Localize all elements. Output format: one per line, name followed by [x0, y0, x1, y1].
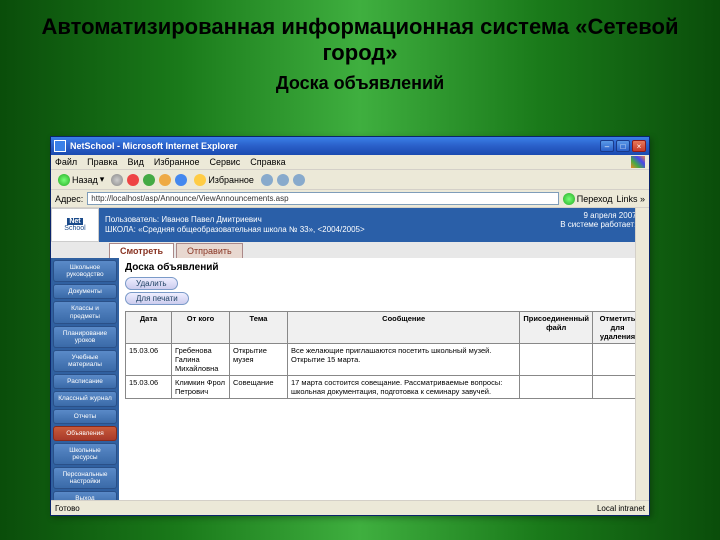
sidebar: Школьное руководство Документы Классы и пр… — [51, 258, 119, 500]
menu-file[interactable]: Файл — [55, 157, 77, 167]
menu-tools[interactable]: Сервис — [209, 157, 240, 167]
scrollbar-vertical[interactable] — [635, 208, 649, 500]
netschool-logo: Net School — [51, 208, 99, 242]
status-zone: Local intranet — [597, 504, 645, 513]
tab-send[interactable]: Отправить — [176, 243, 243, 258]
status-done: Готово — [55, 504, 80, 513]
favorites-button[interactable]: Избранное — [191, 173, 257, 187]
home-button[interactable] — [159, 174, 171, 186]
sidebar-item-5[interactable]: Расписание — [53, 374, 117, 389]
announcements-table: Дата От кого Тема Сообщение Присоединенн… — [125, 311, 643, 399]
sidebar-item-7[interactable]: Отчеты — [53, 409, 117, 424]
sidebar-item-6[interactable]: Классный журнал — [53, 391, 117, 406]
sidebar-item-2[interactable]: Классы и предметы — [53, 301, 117, 323]
slide-title: Автоматизированная информационная систем… — [20, 14, 700, 67]
go-icon — [563, 193, 575, 205]
address-label: Адрес: — [55, 194, 83, 204]
sidebar-item-0[interactable]: Школьное руководство — [53, 260, 117, 282]
tabs: Смотреть Отправить — [51, 242, 649, 258]
forward-button[interactable] — [111, 174, 123, 186]
maximize-button[interactable]: □ — [616, 140, 630, 152]
th-attach: Присоединенный файл — [520, 312, 593, 344]
close-button[interactable]: × — [632, 140, 646, 152]
address-input[interactable]: http://localhost/asp/Announce/ViewAnnoun… — [87, 192, 558, 205]
delete-button[interactable]: Удалить — [125, 277, 178, 290]
tab-read[interactable]: Смотреть — [109, 243, 174, 258]
th-message: Сообщение — [288, 312, 520, 344]
slide-subtitle: Доска объявлений — [20, 73, 700, 94]
user-line: Пользователь: Иванов Павел Дмитриевич — [105, 215, 548, 225]
back-icon — [58, 174, 70, 186]
sidebar-item-9[interactable]: Школьные ресурсы — [53, 443, 117, 465]
menubar: Файл Правка Вид Избранное Сервис Справка — [51, 155, 649, 170]
header-date: 9 апреля 2007 г. — [560, 211, 643, 220]
back-button[interactable]: Назад ▾ — [55, 173, 107, 187]
star-icon — [194, 174, 206, 186]
print-button-page[interactable]: Для печати — [125, 292, 189, 305]
panel-title: Доска объявлений — [125, 262, 643, 273]
links-label[interactable]: Links » — [616, 194, 645, 204]
sidebar-item-3[interactable]: Планирование уроков — [53, 326, 117, 348]
sidebar-item-1[interactable]: Документы — [53, 284, 117, 299]
window-title: NetSchool - Microsoft Internet Explorer — [70, 141, 600, 151]
statusbar: Готово Local intranet — [51, 500, 649, 515]
mail-button[interactable] — [277, 174, 289, 186]
menu-help[interactable]: Справка — [250, 157, 285, 167]
table-row: 15.03.06Климкин Фрол ПетровичСовещание17… — [126, 376, 643, 399]
page-content: Net School Пользователь: Иванов Павел Дм… — [51, 208, 649, 500]
toolbar: Назад ▾ Избранное — [51, 170, 649, 190]
header-online: В системе работает: 3 — [560, 220, 643, 229]
school-line: ШКОЛА: «Средняя общеобразовательная школ… — [105, 225, 548, 235]
browser-window: NetSchool - Microsoft Internet Explorer … — [50, 136, 650, 516]
main-panel: Доска объявлений Удалить Для печати Дата… — [119, 258, 649, 500]
sidebar-item-11[interactable]: Выход — [53, 491, 117, 500]
history-button[interactable] — [261, 174, 273, 186]
titlebar: NetSchool - Microsoft Internet Explorer … — [51, 137, 649, 155]
menu-view[interactable]: Вид — [128, 157, 144, 167]
table-row: 15.03.06Гребенова Галина МихайловнаОткры… — [126, 344, 643, 376]
sidebar-item-10[interactable]: Персональные настройки — [53, 467, 117, 489]
sidebar-item-8[interactable]: Объявления — [53, 426, 117, 441]
address-bar: Адрес: http://localhost/asp/Announce/Vie… — [51, 190, 649, 208]
print-button[interactable] — [293, 174, 305, 186]
go-button[interactable]: Переход — [563, 193, 613, 205]
menu-edit[interactable]: Правка — [87, 157, 117, 167]
sidebar-item-4[interactable]: Учебные материалы — [53, 350, 117, 372]
refresh-button[interactable] — [143, 174, 155, 186]
th-date: Дата — [126, 312, 172, 344]
th-from: От кого — [172, 312, 230, 344]
app-header: Net School Пользователь: Иванов Павел Дм… — [51, 208, 649, 242]
th-subject: Тема — [230, 312, 288, 344]
windows-flag-icon — [631, 156, 645, 168]
minimize-button[interactable]: – — [600, 140, 614, 152]
menu-favorites[interactable]: Избранное — [154, 157, 200, 167]
ie-icon — [54, 140, 66, 152]
stop-button[interactable] — [127, 174, 139, 186]
search-button[interactable] — [175, 174, 187, 186]
